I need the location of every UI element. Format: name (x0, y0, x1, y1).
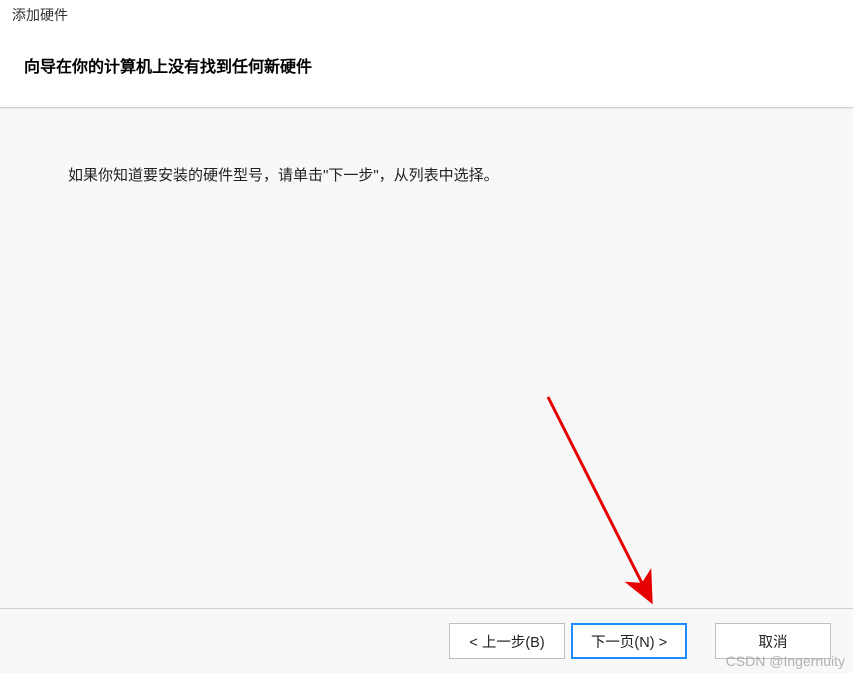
window-title: 添加硬件 (12, 5, 841, 25)
back-button[interactable]: < 上一步(B) (449, 623, 565, 659)
cancel-button[interactable]: 取消 (715, 623, 831, 659)
add-hardware-wizard: 添加硬件 向导在你的计算机上没有找到任何新硬件 如果你知道要安装的硬件型号，请单… (0, 0, 853, 673)
wizard-header: 添加硬件 向导在你的计算机上没有找到任何新硬件 (0, 0, 853, 108)
instruction-text: 如果你知道要安装的硬件型号，请单击"下一步"，从列表中选择。 (68, 164, 823, 188)
wizard-heading: 向导在你的计算机上没有找到任何新硬件 (12, 53, 841, 77)
annotation-arrow (540, 389, 690, 619)
wizard-content: 如果你知道要安装的硬件型号，请单击"下一步"，从列表中选择。 (0, 108, 853, 608)
wizard-button-bar: < 上一步(B) 下一页(N) > 取消 (0, 608, 853, 673)
next-button[interactable]: 下一页(N) > (571, 623, 687, 659)
